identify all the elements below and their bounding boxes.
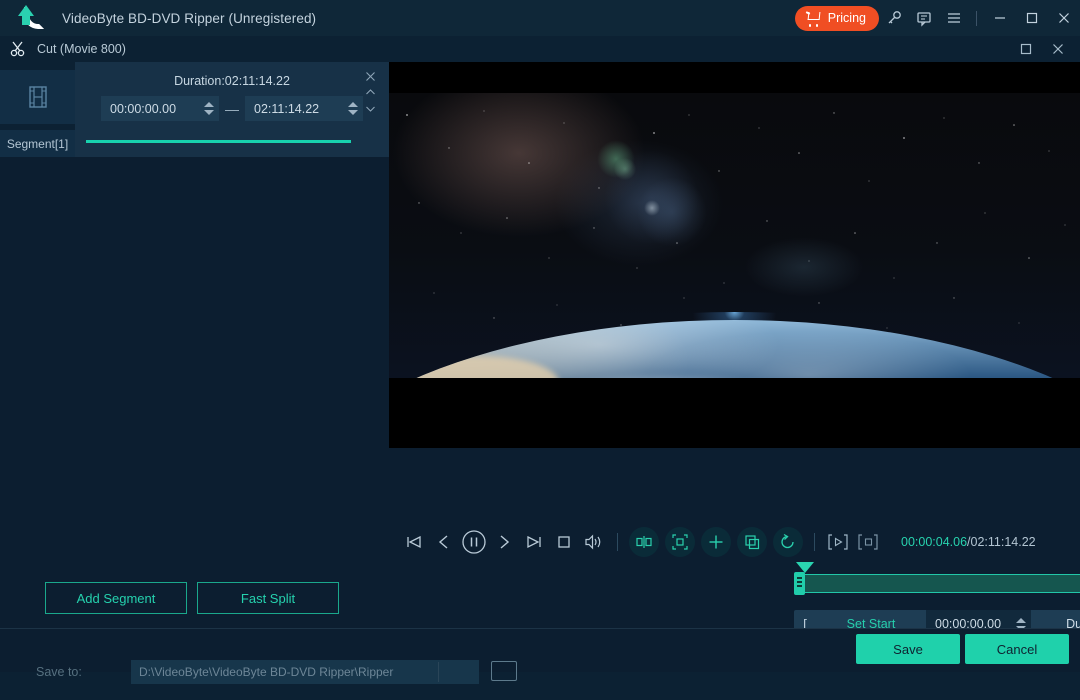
split-icon[interactable] — [629, 527, 659, 557]
lens-flare — [614, 158, 636, 180]
stop-icon[interactable] — [549, 520, 579, 564]
save-button[interactable]: Save — [856, 634, 960, 664]
chevron-up-icon[interactable] — [359, 84, 381, 100]
nebula — [744, 237, 864, 297]
film-strip-icon — [0, 70, 75, 124]
segment-thumbnail-column: Segment[1] — [0, 62, 75, 157]
segment-time-inputs: 00:00:00.00 — 02:11:14.22 — [75, 96, 389, 121]
time-range-separator: — — [225, 100, 239, 117]
cut-dialog-title: Cut (Movie 800) — [37, 42, 126, 56]
add-icon[interactable] — [701, 527, 731, 557]
preview-panel: 00:00:04.06/02:11:14.22 [ Set Start 00:0… — [389, 62, 1080, 673]
letterbox-bottom — [389, 378, 1080, 448]
app-title: VideoByte BD-DVD Ripper (Unregistered) — [62, 10, 317, 26]
segment-start-input[interactable]: 00:00:00.00 — [101, 96, 219, 121]
preview-spacer — [389, 448, 1080, 520]
cut-dialog-window-controls — [1010, 36, 1074, 62]
close-icon[interactable] — [1048, 0, 1080, 36]
folder-icon[interactable] — [491, 661, 517, 681]
jump-to-start-icon[interactable] — [399, 520, 429, 564]
divider — [814, 533, 815, 551]
player-toolbar: 00:00:04.06/02:11:14.22 — [389, 520, 1080, 564]
trim-handle-left[interactable] — [794, 572, 805, 595]
fast-split-button[interactable]: Fast Split — [197, 582, 339, 614]
segment-row[interactable]: Segment[1] Duration:02:11:14.22 00:00:00… — [0, 62, 389, 157]
segment-label: Segment[1] — [0, 130, 75, 157]
cut-dialog-window: VideoByte BD-DVD Ripper (Unregistered) P… — [0, 0, 1080, 700]
title-bar-controls: Pricing — [794, 0, 1080, 36]
lens-flare — [644, 200, 660, 216]
maximize-icon[interactable] — [1010, 36, 1042, 62]
letterbox-top — [389, 62, 1080, 93]
add-segment-button[interactable]: Add Segment — [45, 582, 187, 614]
playback-timecode: 00:00:04.06/02:11:14.22 — [901, 535, 1036, 549]
close-icon[interactable] — [1042, 36, 1074, 62]
current-time: 00:00:04.06 — [901, 535, 968, 549]
save-to-label: Save to: — [36, 665, 82, 679]
pricing-button[interactable]: Pricing — [794, 5, 879, 31]
divider — [976, 10, 977, 26]
total-time: 02:11:14.22 — [970, 535, 1036, 549]
jump-to-end-icon[interactable] — [519, 520, 549, 564]
feedback-icon[interactable] — [909, 0, 939, 36]
minimize-icon[interactable] — [984, 0, 1016, 36]
previous-frame-icon[interactable] — [429, 520, 459, 564]
segment-end-input[interactable]: 02:11:14.22 — [245, 96, 363, 121]
preview-stop-icon[interactable] — [853, 520, 883, 564]
divider — [438, 662, 439, 682]
video-preview[interactable] — [389, 62, 1080, 448]
cut-dialog-title-bar: Cut (Movie 800) — [0, 36, 1080, 62]
chevron-down-icon[interactable] — [359, 100, 381, 116]
reset-icon[interactable] — [773, 527, 803, 557]
segment-duration-title: Duration:02:11:14.22 — [174, 74, 290, 88]
timeline-track[interactable] — [798, 574, 1080, 593]
segment-actions: Add Segment Fast Split — [0, 568, 389, 628]
pricing-button-label: Pricing — [827, 11, 866, 25]
divider — [617, 533, 618, 551]
crop-icon[interactable] — [665, 527, 695, 557]
scissors-icon — [10, 41, 28, 57]
videobyte-logo-icon — [16, 5, 50, 31]
timeline-scrubber[interactable] — [794, 562, 1080, 598]
segment-end-value: 02:11:14.22 — [254, 101, 320, 116]
preview-play-icon[interactable] — [823, 520, 853, 564]
hamburger-menu-icon[interactable] — [939, 0, 969, 36]
app-title-bar: VideoByte BD-DVD Ripper (Unregistered) P… — [0, 0, 1080, 36]
next-frame-icon[interactable] — [489, 520, 519, 564]
segment-start-stepper[interactable] — [199, 96, 219, 121]
shopping-cart-icon — [805, 10, 821, 27]
save-to-path-field[interactable]: D:\VideoByte\VideoByte BD-DVD Ripper\Rip… — [131, 660, 479, 684]
copy-icon[interactable] — [737, 527, 767, 557]
close-icon[interactable] — [359, 68, 381, 84]
pause-icon[interactable] — [459, 520, 489, 564]
maximize-icon[interactable] — [1016, 0, 1048, 36]
segment-progress-bar — [86, 140, 351, 143]
segment-start-value: 00:00:00.00 — [110, 101, 177, 116]
cancel-button[interactable]: Cancel — [965, 634, 1069, 664]
segment-row-controls — [359, 68, 381, 116]
key-icon[interactable] — [879, 0, 909, 36]
volume-icon[interactable] — [579, 520, 609, 564]
segment-list-panel: Segment[1] Duration:02:11:14.22 00:00:00… — [0, 62, 389, 628]
